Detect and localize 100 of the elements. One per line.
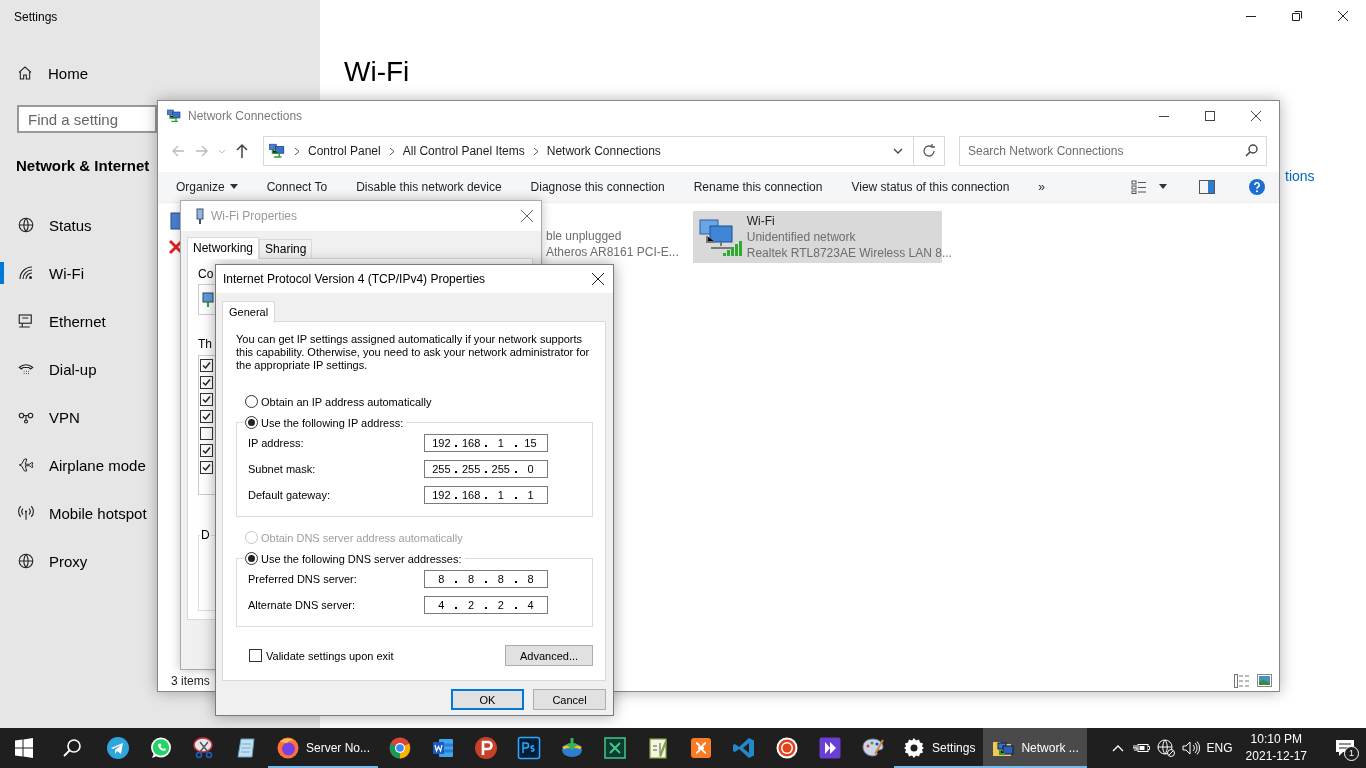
checkbox[interactable] [200, 461, 213, 475]
scissors-icon[interactable] [191, 736, 216, 760]
link[interactable]: tions [1285, 168, 1315, 184]
start-icon[interactable] [12, 736, 36, 760]
app-tile-icon[interactable] [516, 736, 541, 760]
close-icon[interactable] [1338, 11, 1348, 21]
more-button[interactable]: » [1030, 175, 1053, 199]
toolbar-button[interactable]: View status of this connection [843, 175, 1018, 199]
breadcrumb-item[interactable]: Control Panel [308, 144, 381, 158]
breadcrumb-item[interactable]: All Control Panel Items [402, 144, 525, 158]
radio-button[interactable] [245, 416, 258, 429]
document-icon[interactable] [430, 736, 455, 760]
globe-icon[interactable] [1156, 739, 1175, 757]
toolbar-button[interactable]: Rename this connection [685, 175, 831, 199]
record-icon[interactable] [774, 736, 799, 760]
nav-item[interactable]: Dial-up [0, 345, 101, 393]
browser-icon[interactable] [387, 736, 412, 760]
language-indicator[interactable]: ENG [1206, 741, 1233, 755]
download-globe-icon[interactable] [559, 736, 584, 760]
restore-icon[interactable] [1292, 11, 1302, 21]
checkbox[interactable] [200, 444, 213, 458]
help-icon[interactable] [1249, 179, 1265, 195]
section-heading: Network & Internet [15, 156, 150, 176]
nav-item[interactable]: Proxy [0, 537, 92, 585]
nav-item[interactable]: Airplane mode [0, 441, 150, 489]
ok-button[interactable]: OK [451, 689, 524, 710]
battery-icon[interactable] [1131, 741, 1150, 755]
checkbox[interactable] [200, 427, 213, 441]
radio-button[interactable] [245, 395, 258, 408]
globe-icon [17, 552, 35, 570]
up-arrow-icon[interactable] [234, 143, 250, 159]
ip-address-field[interactable]: 8 8 8 8 [424, 570, 548, 588]
taskbar-button[interactable]: Network ... [983, 728, 1087, 768]
nav-item[interactable]: Wi-Fi [0, 249, 88, 297]
caret-icon[interactable] [1159, 184, 1167, 190]
connection-item[interactable]: ble unplugged Atheros AR8161 PCI-E... [546, 211, 683, 263]
tab[interactable]: Networking [187, 237, 260, 259]
connection-detail: Unidentified network [746, 229, 857, 245]
nav-item[interactable]: Ethernet [0, 297, 110, 345]
close-icon[interactable] [1251, 110, 1261, 121]
details-view-icon[interactable] [1234, 674, 1249, 688]
checkbox[interactable] [200, 359, 213, 373]
ip-address-field[interactable]: 255 255 255 0 [424, 460, 548, 478]
chevron-icon [294, 146, 300, 156]
home-link[interactable]: Home [0, 56, 96, 90]
field-label: Th [198, 337, 212, 352]
ip-address-field[interactable]: 192 168 1 15 [424, 434, 548, 452]
cross-arrows-icon[interactable] [602, 736, 627, 760]
ip-address-field[interactable]: 4 2 2 4 [424, 596, 548, 614]
refresh-icon[interactable] [922, 144, 936, 158]
network-adapter-icon [195, 208, 205, 224]
nav-item[interactable]: Status [0, 201, 96, 249]
play-icon[interactable] [817, 736, 842, 760]
clock[interactable]: 10:10 PM 2021-12-17 [1245, 731, 1307, 765]
tab[interactable]: Sharing [259, 239, 313, 258]
field-label: Subnet mask: [248, 463, 317, 475]
speaker-icon[interactable] [1181, 740, 1200, 756]
checkbox[interactable] [249, 649, 262, 662]
preview-pane-icon[interactable] [1199, 180, 1215, 194]
toolbar-button[interactable]: Organize [168, 175, 246, 199]
advanced-button[interactable]: Advanced... [505, 645, 593, 666]
option-label[interactable]: Use the following IP address: [261, 416, 404, 429]
toolbar-button[interactable]: Disable this network device [348, 175, 510, 199]
notification-count: 1 [1344, 746, 1359, 761]
large-icons-view-icon[interactable] [1257, 674, 1272, 687]
tab[interactable]: General [222, 301, 276, 323]
radio-button[interactable] [245, 552, 258, 565]
address-bar[interactable]: Control Panel All Control Panel Items Network Connections [263, 136, 945, 166]
maximize-icon[interactable] [1205, 110, 1215, 121]
toolbar-button[interactable]: Connect To [258, 175, 336, 199]
close-icon[interactable] [592, 273, 604, 285]
option-label[interactable]: Obtain an IP address automatically [261, 395, 432, 408]
round-badge-icon[interactable] [473, 736, 498, 760]
connection-detail: Realtek RTL8723AE Wireless LAN 8... [746, 245, 952, 261]
ribbon-icon[interactable] [731, 736, 756, 760]
search-icon[interactable] [1245, 144, 1258, 157]
cancel-button[interactable]: Cancel [533, 689, 606, 710]
chevron-icon [532, 146, 539, 156]
palette-icon[interactable] [860, 736, 885, 760]
chat-bubble-icon[interactable] [148, 736, 173, 760]
dropdown-caret-icon[interactable] [893, 147, 903, 155]
toolbar-button[interactable]: Diagnose this connection [522, 175, 673, 199]
window-title: Settings [13, 9, 58, 26]
ip-address-field[interactable]: 192 168 1 1 [424, 486, 548, 504]
checkbox-label[interactable]: Validate settings upon exit [266, 649, 394, 662]
taskbar-button[interactable]: Settings [894, 728, 984, 768]
nav-item[interactable]: Mobile hotspot [0, 489, 151, 537]
search-field[interactable]: Find a setting [17, 105, 157, 133]
checkbox[interactable] [200, 393, 213, 407]
breadcrumb-item[interactable]: Network Connections [546, 144, 661, 158]
connection-detail: Atheros AR8161 PCI-E... [546, 244, 679, 260]
paper-plane-icon[interactable] [105, 736, 130, 760]
checkbox[interactable] [200, 376, 213, 390]
option-label[interactable]: Use the following DNS server addresses: [261, 552, 462, 565]
knot-icon[interactable] [688, 736, 713, 760]
antenna-icon [17, 504, 35, 522]
view-options-icon[interactable] [1131, 180, 1147, 194]
taskbar-button[interactable]: Server No... [268, 728, 379, 768]
nav-item[interactable]: VPN [0, 393, 84, 441]
checkbox[interactable] [200, 410, 213, 424]
